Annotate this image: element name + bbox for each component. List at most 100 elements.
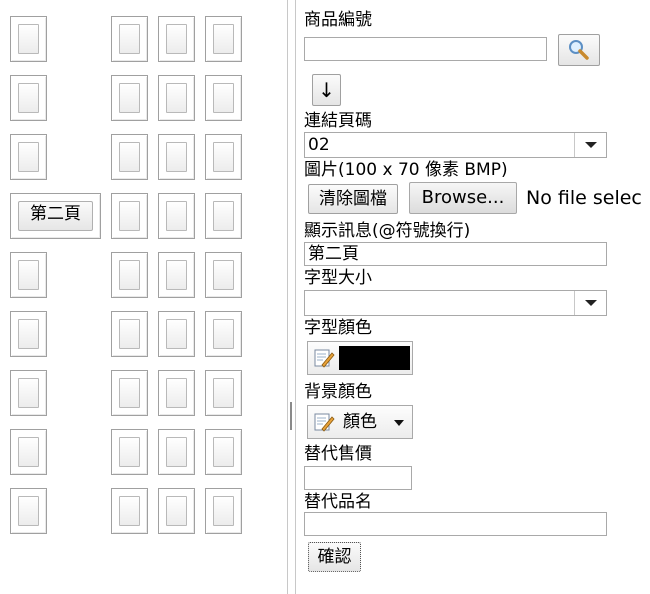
- pencil-icon: [314, 413, 335, 432]
- grid-cell-face: [119, 24, 140, 54]
- grid-cell-face: [119, 378, 140, 408]
- grid-cell-button[interactable]: [205, 370, 242, 416]
- grid-cell-face: [166, 260, 187, 290]
- grid-cell-face: [119, 142, 140, 172]
- grid-cell-button[interactable]: [158, 16, 195, 62]
- font-size-select[interactable]: [304, 290, 607, 316]
- grid-cell-face: [213, 260, 234, 290]
- background-color-picker[interactable]: 顏色: [307, 405, 413, 439]
- confirm-button[interactable]: 確認: [308, 542, 361, 572]
- search-button[interactable]: [558, 34, 600, 66]
- grid-cell-face: [18, 260, 39, 290]
- product-code-label: 商品編號: [304, 10, 372, 30]
- grid-cell-button[interactable]: [205, 134, 242, 180]
- grid-cell-face: [119, 83, 140, 113]
- grid-cell-face: [166, 378, 187, 408]
- grid-cell-button[interactable]: [158, 429, 195, 475]
- grid-cell-button[interactable]: [111, 311, 148, 357]
- grid-cell-button[interactable]: [111, 429, 148, 475]
- background-color-label: 背景顏色: [304, 382, 372, 402]
- grid-cell-button[interactable]: [205, 429, 242, 475]
- grid-cell-face: [119, 201, 140, 231]
- grid-cell-button[interactable]: [158, 252, 195, 298]
- grid-cell-button[interactable]: [111, 252, 148, 298]
- grid-cell-button[interactable]: [111, 488, 148, 534]
- grid-cell-face: [213, 83, 234, 113]
- grid-cell-face: [18, 142, 39, 172]
- alt-name-input[interactable]: [304, 512, 607, 536]
- grid-cell-button[interactable]: [205, 488, 242, 534]
- grid-cell-button[interactable]: [10, 311, 47, 357]
- grid-cell-button[interactable]: [158, 75, 195, 121]
- grid-cell-face: [119, 319, 140, 349]
- grid-cell-button[interactable]: [158, 134, 195, 180]
- grid-cell-button[interactable]: [10, 488, 47, 534]
- grid-cell-button[interactable]: [158, 370, 195, 416]
- grid-cell-face: [166, 142, 187, 172]
- search-icon: [569, 40, 589, 60]
- grid-cell-button[interactable]: [111, 193, 148, 239]
- grid-cell-face: [18, 378, 39, 408]
- caret-down-icon: [394, 420, 404, 426]
- grid-cell-button[interactable]: [205, 75, 242, 121]
- image-label: 圖片(100 x 70 像素 BMP): [304, 160, 508, 180]
- grid-cell-button[interactable]: [10, 75, 47, 121]
- grid-cell-face: [166, 496, 187, 526]
- grid-cell-button[interactable]: [158, 311, 195, 357]
- grid-cell-face: [166, 319, 187, 349]
- grid-cell-face: [213, 319, 234, 349]
- chevron-down-icon: [574, 291, 606, 315]
- display-message-input[interactable]: 第二頁: [304, 242, 607, 266]
- grid-cell-button[interactable]: [205, 16, 242, 62]
- product-code-input[interactable]: [304, 37, 547, 61]
- display-message-label: 顯示訊息(@符號換行): [304, 221, 471, 241]
- grid-cell-button[interactable]: [10, 429, 47, 475]
- link-page-select[interactable]: 02: [304, 132, 607, 158]
- grid-cell-button[interactable]: [10, 370, 47, 416]
- splitter-edge-left: [287, 0, 288, 594]
- grid-cell-face: [166, 24, 187, 54]
- background-color-text: 顏色: [343, 412, 377, 432]
- browse-button[interactable]: Browse...: [409, 182, 517, 214]
- alt-price-input[interactable]: [304, 466, 412, 490]
- chevron-down-icon: [574, 133, 606, 157]
- font-color-label: 字型顏色: [304, 318, 372, 338]
- pencil-icon: [314, 349, 335, 368]
- grid-cell-face: [18, 24, 39, 54]
- grid-cell-button[interactable]: [205, 252, 242, 298]
- grid-cell-face: [18, 319, 39, 349]
- grid-cell-face: [119, 496, 140, 526]
- grid-cell-button[interactable]: [111, 75, 148, 121]
- splitter-edge-right: [295, 0, 296, 594]
- grid-cell-button[interactable]: 第二頁: [10, 193, 101, 239]
- grid-cell-button[interactable]: [205, 193, 242, 239]
- grid-cell-button[interactable]: [111, 134, 148, 180]
- grid-cell-label: 第二頁: [18, 201, 93, 231]
- clear-image-button[interactable]: 清除圖檔: [308, 184, 398, 214]
- move-down-button[interactable]: ↓: [312, 74, 341, 106]
- grid-cell-button[interactable]: [111, 16, 148, 62]
- splitter-grip[interactable]: [290, 402, 292, 430]
- grid-cell-face: [166, 201, 187, 231]
- grid-cell-button[interactable]: [111, 370, 148, 416]
- font-size-label: 字型大小: [304, 268, 372, 288]
- grid-cell-face: [213, 496, 234, 526]
- grid-cell-button[interactable]: [10, 252, 47, 298]
- grid-cell-face: [18, 437, 39, 467]
- file-status-text: No file selec: [526, 187, 642, 209]
- grid-cell-button[interactable]: [10, 16, 47, 62]
- grid-cell-button[interactable]: [10, 134, 47, 180]
- grid-cell-button[interactable]: [205, 311, 242, 357]
- alt-name-label: 替代品名: [304, 492, 372, 512]
- font-color-picker[interactable]: [307, 341, 413, 375]
- button-grid-panel: 第二頁: [0, 0, 287, 594]
- grid-cell-face: [18, 496, 39, 526]
- grid-cell-face: [119, 437, 140, 467]
- font-color-swatch: [339, 346, 410, 370]
- grid-cell-button[interactable]: [158, 488, 195, 534]
- link-page-value: 02: [308, 135, 330, 155]
- grid-cell-button[interactable]: [158, 193, 195, 239]
- alt-price-label: 替代售價: [304, 444, 372, 464]
- grid-cell-face: [166, 83, 187, 113]
- grid-cell-face: [213, 201, 234, 231]
